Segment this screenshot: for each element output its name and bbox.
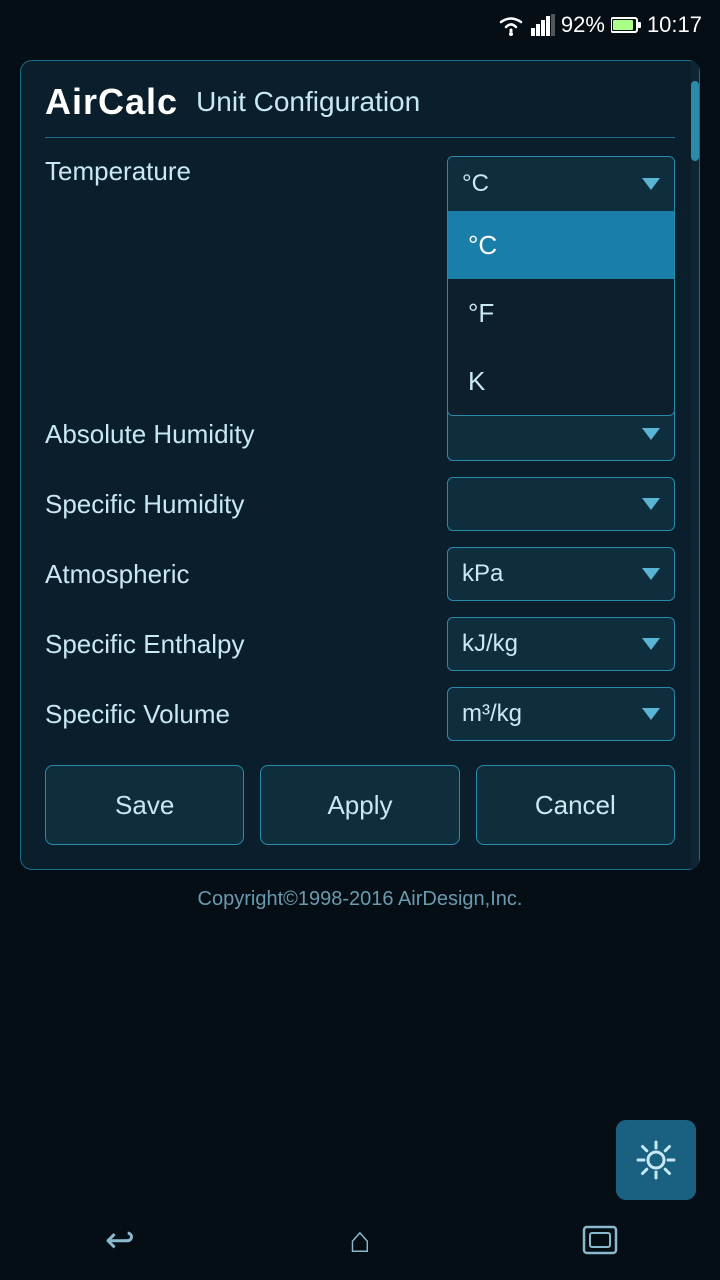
specific-enthalpy-row: Specific Enthalpy kJ/kg <box>45 617 675 671</box>
page-title: Unit Configuration <box>196 86 420 118</box>
atmospheric-label: Atmospheric <box>45 559 190 590</box>
temperature-label: Temperature <box>45 156 191 187</box>
atmospheric-dropdown[interactable]: kPa <box>447 547 675 601</box>
temperature-row: Temperature °C °C °F K <box>45 156 675 187</box>
specific-humidity-dropdown[interactable] <box>447 477 675 531</box>
specific-volume-row: Specific Volume m³/kg <box>45 687 675 741</box>
signal-icon <box>531 14 555 36</box>
dropdown-options-list: °C °F K <box>448 211 674 415</box>
dropdown-arrow-icon <box>642 498 660 510</box>
absolute-humidity-label: Absolute Humidity <box>45 419 255 450</box>
save-button[interactable]: Save <box>45 765 244 845</box>
recents-button[interactable] <box>560 1210 640 1270</box>
clock: 10:17 <box>647 12 702 38</box>
status-icons: 92% 10:17 <box>497 12 702 38</box>
dropdown-header[interactable]: °C <box>448 157 674 211</box>
dropdown-selected-value: °C <box>462 170 489 198</box>
scrollbar[interactable] <box>691 61 699 869</box>
specific-enthalpy-dropdown[interactable]: kJ/kg <box>447 617 675 671</box>
specific-humidity-label: Specific Humidity <box>45 489 244 520</box>
back-button[interactable] <box>80 1210 160 1270</box>
temperature-dropdown-open[interactable]: °C °C °F K <box>447 156 675 416</box>
dropdown-arrow-icon <box>642 568 660 580</box>
specific-humidity-row: Specific Humidity <box>45 477 675 531</box>
atmospheric-value: kPa <box>462 560 503 588</box>
copyright-text: Copyright©1998-2016 AirDesign,Inc. <box>0 888 720 911</box>
dropdown-arrow-icon <box>642 178 660 190</box>
card-header: AirCalc Unit Configuration <box>45 81 675 138</box>
settings-button[interactable] <box>616 1120 696 1200</box>
dropdown-arrow-icon <box>642 428 660 440</box>
specific-volume-dropdown[interactable]: m³/kg <box>447 687 675 741</box>
cancel-button[interactable]: Cancel <box>476 765 675 845</box>
battery-percentage: 92% <box>561 12 605 38</box>
dropdown-arrow-icon <box>642 638 660 650</box>
battery-icon <box>611 16 641 34</box>
app-title: AirCalc <box>45 81 178 123</box>
gear-icon <box>634 1138 678 1182</box>
main-card: AirCalc Unit Configuration Temperature °… <box>20 60 700 870</box>
settings-area <box>616 1120 696 1200</box>
navigation-bar <box>0 1200 720 1280</box>
action-buttons: Save Apply Cancel <box>45 765 675 845</box>
atmospheric-row: Atmospheric kPa <box>45 547 675 601</box>
specific-volume-value: m³/kg <box>462 700 522 728</box>
apply-button[interactable]: Apply <box>260 765 459 845</box>
wifi-icon <box>497 14 525 36</box>
home-button[interactable] <box>320 1210 400 1270</box>
specific-volume-label: Specific Volume <box>45 699 230 730</box>
dropdown-arrow-icon <box>642 708 660 720</box>
scrollbar-thumb[interactable] <box>691 81 699 161</box>
status-bar: 92% 10:17 <box>0 0 720 50</box>
dropdown-option-celsius[interactable]: °C <box>448 211 674 279</box>
specific-enthalpy-value: kJ/kg <box>462 630 518 658</box>
dropdown-option-kelvin[interactable]: K <box>448 347 674 415</box>
specific-enthalpy-label: Specific Enthalpy <box>45 629 244 660</box>
dropdown-option-fahrenheit[interactable]: °F <box>448 279 674 347</box>
